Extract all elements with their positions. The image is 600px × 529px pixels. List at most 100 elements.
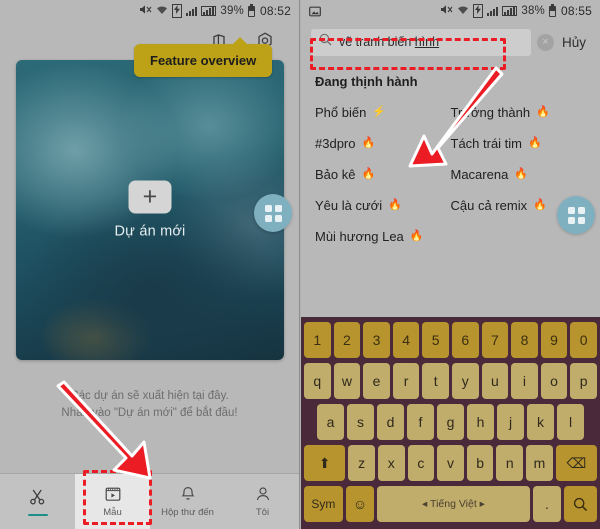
key-t[interactable]: t (422, 363, 449, 399)
search-icon (573, 497, 588, 511)
screenshot-stage: 39% 08:52 + Dự án mới Feature overview C… (0, 0, 600, 529)
key-0[interactable]: 0 (570, 322, 597, 358)
plus-icon[interactable]: + (128, 180, 172, 214)
key-f[interactable]: f (407, 404, 434, 440)
wifi-icon (457, 5, 469, 18)
key-u[interactable]: u (481, 363, 509, 399)
mute-icon (440, 4, 453, 18)
space-key[interactable]: ◂ Tiếng Việt ▸ (377, 486, 530, 522)
key-c[interactable]: c (407, 445, 435, 481)
nav-label-me: Tôi (255, 507, 270, 518)
key-y[interactable]: y (452, 363, 479, 399)
list-item[interactable]: Yêu là cưới 🔥 (315, 190, 451, 221)
scissors-icon (29, 489, 44, 505)
wifi-icon (156, 5, 168, 18)
key-6[interactable]: 6 (452, 322, 479, 358)
key-k[interactable]: k (527, 404, 554, 440)
key-1[interactable]: 1 (304, 322, 331, 358)
key-v[interactable]: v (437, 445, 464, 481)
flame-icon: 🔥 (528, 137, 542, 149)
nav-label-inbox: Hộp thư đến (161, 507, 214, 518)
key-w[interactable]: w (333, 363, 361, 399)
key-p[interactable]: p (570, 363, 597, 399)
key-i[interactable]: i (511, 363, 538, 399)
search-key[interactable] (564, 486, 598, 522)
keyboard-row-4: Sym ☺ ◂ Tiếng Việt ▸ . (304, 486, 598, 522)
key-r[interactable]: r (392, 363, 420, 399)
key-9[interactable]: 9 (540, 322, 568, 358)
battery-icon (548, 3, 556, 17)
battery-icon (247, 3, 255, 17)
grid-fab-button-left[interactable] (254, 194, 292, 232)
keyboard-row-1: q w e r t y u i o p (304, 363, 597, 399)
bell-icon (181, 486, 194, 500)
trend-label: Mùi hương Lea (315, 229, 404, 244)
key-8[interactable]: 8 (511, 322, 538, 358)
key-d[interactable]: d (377, 404, 404, 440)
key-e[interactable]: e (363, 363, 390, 399)
cancel-search-button[interactable]: Hủy (562, 35, 590, 50)
battery-percent: 39% (220, 5, 244, 17)
period-key[interactable]: . (532, 486, 562, 522)
key-l[interactable]: l (557, 404, 584, 440)
key-z[interactable]: z (348, 445, 375, 481)
flame-icon: 🔥 (409, 230, 424, 242)
key-2[interactable]: 2 (333, 322, 361, 358)
feature-overview-tooltip: Feature overview (134, 37, 273, 77)
virtual-keyboard: 1 2 3 4 5 6 7 8 9 0 q w e r t y u i o p … (301, 317, 600, 529)
signal-icon (186, 6, 198, 16)
trend-label: Cậu cả remix (450, 198, 528, 213)
new-project-card[interactable]: + Dự án mới (16, 60, 284, 360)
key-7[interactable]: 7 (481, 322, 509, 358)
emoji-key[interactable]: ☺ (345, 486, 375, 522)
key-b[interactable]: b (466, 445, 494, 481)
clock: 08:55 (560, 4, 592, 18)
key-o[interactable]: o (540, 363, 568, 399)
image-icon (309, 6, 321, 17)
flame-icon: 🔥 (388, 199, 402, 211)
clock: 08:52 (259, 4, 291, 18)
new-project-cta[interactable]: + Dự án mới (115, 180, 186, 240)
key-h[interactable]: h (467, 404, 494, 440)
trend-label: #3dpro (315, 136, 356, 151)
key-m[interactable]: m (526, 445, 553, 481)
key-5[interactable]: 5 (422, 322, 449, 358)
clear-search-button[interactable]: × (536, 33, 554, 51)
grid-icon (567, 206, 585, 224)
battery-percent: 38% (521, 5, 545, 17)
flame-icon: 🔥 (514, 168, 529, 180)
key-4[interactable]: 4 (392, 322, 420, 358)
arrow-to-template-tab (56, 380, 152, 480)
shift-key[interactable]: ⬆ (303, 445, 346, 481)
flame-icon: 🔥 (536, 106, 550, 118)
signal2-icon (502, 6, 518, 16)
mute-icon (139, 4, 152, 18)
backspace-key[interactable]: ⌫ (555, 445, 598, 481)
key-n[interactable]: n (496, 445, 524, 481)
trend-label: Bảo kê (315, 167, 356, 182)
key-q[interactable]: q (304, 363, 331, 399)
person-icon (256, 487, 269, 501)
symbols-key[interactable]: Sym (304, 486, 343, 522)
grid-fab-button-right[interactable] (557, 196, 595, 234)
arrow-to-search-field (408, 66, 504, 168)
key-a[interactable]: a (317, 404, 344, 440)
trend-label: Phổ biến (315, 105, 367, 120)
flame-icon: 🔥 (361, 137, 376, 149)
nav-item-me[interactable]: Tôi (225, 474, 299, 529)
flame-icon: 🔥 (361, 168, 376, 180)
grid-icon (264, 204, 282, 222)
list-item[interactable]: Mùi hương Lea 🔥 (315, 221, 451, 252)
key-x[interactable]: x (377, 445, 405, 481)
right-status-bar: 38% 08:55 (301, 0, 600, 22)
signal2-icon (201, 6, 217, 16)
flame-icon: 🔥 (533, 199, 547, 211)
key-g[interactable]: g (437, 404, 464, 440)
left-status-bar: 39% 08:52 (0, 0, 299, 22)
active-tab-underline (27, 514, 48, 516)
data-icon (473, 4, 484, 18)
key-j[interactable]: j (497, 404, 524, 440)
keyboard-row-2: a s d f g h j k l (304, 404, 597, 440)
key-s[interactable]: s (347, 404, 374, 440)
key-3[interactable]: 3 (363, 322, 390, 358)
